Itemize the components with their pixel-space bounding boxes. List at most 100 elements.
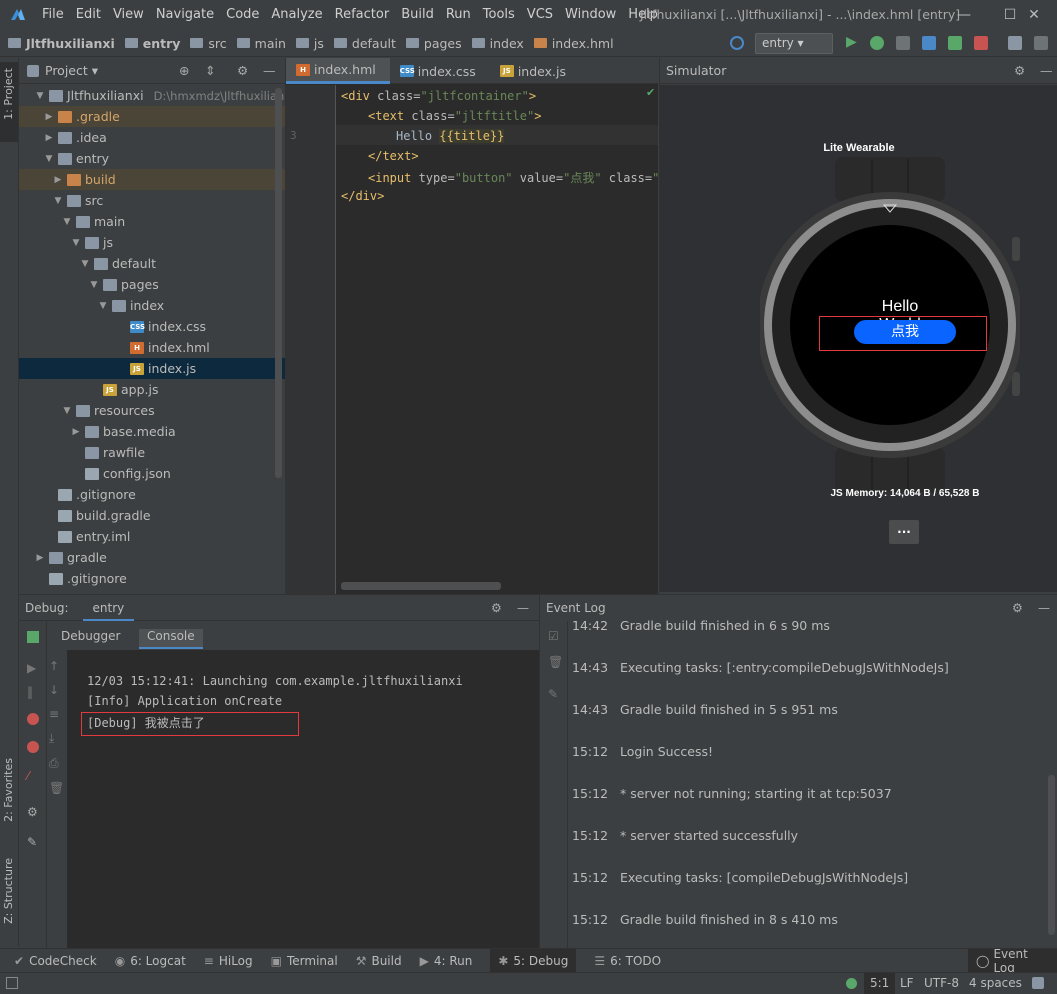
stop-icon[interactable]: [974, 36, 988, 50]
code-line-5[interactable]: <input type="button" value="点我" class="j: [368, 169, 667, 186]
breadcrumb-item[interactable]: Jltfhuxilianxi: [8, 36, 115, 51]
breadcrumb-item[interactable]: index.hml: [533, 36, 614, 51]
project-structure-icon[interactable]: [1008, 36, 1022, 50]
pause-icon[interactable]: ‖: [27, 685, 33, 699]
tree-item[interactable]: config.json: [19, 463, 285, 484]
scroll-to-end-icon[interactable]: ⤓: [49, 731, 63, 746]
hide-panel-icon[interactable]: —: [263, 63, 276, 78]
tool-window-logcat[interactable]: ◉ 6: Logcat: [115, 954, 186, 968]
tool-window-debug[interactable]: ✱ 5: Debug: [490, 948, 577, 973]
attach-debugger-icon[interactable]: [948, 36, 962, 50]
hide-panel-icon[interactable]: —: [1040, 63, 1053, 78]
stop-icon[interactable]: [27, 713, 39, 725]
hide-panel-icon[interactable]: —: [517, 601, 529, 615]
tree-item[interactable]: ▼ entry: [19, 148, 285, 169]
up-arrow-icon[interactable]: ↑: [49, 659, 63, 673]
breadcrumb-item[interactable]: src: [190, 36, 227, 51]
layout-toggle-icon[interactable]: [6, 977, 18, 989]
menu-file[interactable]: File: [36, 0, 70, 30]
chevron-down-icon[interactable]: ▼: [44, 154, 54, 164]
code-line-6[interactable]: </div>: [341, 189, 384, 203]
editor-tab[interactable]: JS index.js: [490, 58, 580, 84]
event-log-tool-button[interactable]: ◯ Event Log: [968, 947, 1057, 975]
project-tool-tab[interactable]: 1: Project: [2, 68, 15, 120]
close-button[interactable]: ✕: [1011, 0, 1057, 30]
coverage-icon[interactable]: [896, 36, 910, 50]
tool-window-terminal[interactable]: ▣ Terminal: [271, 954, 338, 968]
tree-item[interactable]: build.gradle: [19, 505, 285, 526]
event-log-scrollbar[interactable]: [1048, 775, 1055, 935]
chevron-down-icon[interactable]: ▼: [35, 91, 45, 101]
pin-icon[interactable]: ✎: [27, 835, 37, 849]
tree-item[interactable]: .gitignore: [19, 484, 285, 505]
tree-item[interactable]: JS index.js: [19, 358, 285, 379]
collapse-all-icon[interactable]: ⇕: [205, 63, 215, 78]
editor-tab[interactable]: CSS index.css: [390, 58, 490, 84]
gear-icon[interactable]: ⚙: [491, 601, 502, 615]
menu-code[interactable]: Code: [220, 0, 265, 30]
editor-tab[interactable]: Hindex.hml: [286, 58, 390, 84]
hide-panel-icon[interactable]: —: [1038, 601, 1050, 615]
tree-item[interactable]: .gitignore: [19, 568, 285, 589]
soft-wrap-icon[interactable]: ≡: [49, 707, 63, 721]
profile-icon[interactable]: [922, 36, 936, 50]
gear-icon[interactable]: ⚙: [1012, 601, 1023, 615]
tree-item[interactable]: Hindex.hml: [19, 337, 285, 358]
tree-item[interactable]: ▶ build: [19, 169, 285, 190]
chevron-right-icon[interactable]: ▶: [35, 553, 45, 563]
breadcrumb-item[interactable]: index: [471, 36, 524, 51]
tree-item[interactable]: ▼ resources: [19, 400, 285, 421]
menu-run[interactable]: Run: [440, 0, 477, 30]
tree-item[interactable]: ▶ .gradle: [19, 106, 285, 127]
breadcrumb-item[interactable]: default: [333, 36, 396, 51]
trash-icon[interactable]: 🗑: [49, 781, 64, 795]
breadcrumb-item[interactable]: pages: [405, 36, 462, 51]
rerun-icon[interactable]: [27, 631, 39, 643]
sync-icon[interactable]: [730, 36, 744, 50]
menu-refactor[interactable]: Refactor: [329, 0, 396, 30]
menu-vcs[interactable]: VCS: [521, 0, 559, 30]
favorites-tool-tab[interactable]: 2: Favorites: [2, 758, 15, 822]
chevron-right-icon[interactable]: ▶: [44, 133, 54, 143]
debug-session-tab[interactable]: entry: [82, 595, 135, 621]
tree-item[interactable]: ▶ gradle: [19, 547, 285, 568]
tree-item[interactable]: ▶ base.media: [19, 421, 285, 442]
tree-item[interactable]: CSS index.css: [19, 316, 285, 337]
chevron-down-icon[interactable]: ▼: [71, 238, 81, 248]
lock-icon[interactable]: [1032, 977, 1044, 989]
chevron-right-icon[interactable]: ▶: [71, 427, 81, 437]
tree-item[interactable]: ▼ pages: [19, 274, 285, 295]
menu-analyze[interactable]: Analyze: [265, 0, 328, 30]
chevron-down-icon[interactable]: ▼: [80, 259, 90, 269]
horizontal-scrollbar[interactable]: [341, 582, 501, 590]
tool-window-build[interactable]: ⚒ Build: [356, 954, 402, 968]
line-separator[interactable]: LF: [900, 973, 914, 994]
tree-item[interactable]: ▼ js: [19, 232, 285, 253]
sdk-manager-icon[interactable]: [1034, 36, 1048, 50]
debug-icon[interactable]: [870, 36, 884, 50]
tree-item[interactable]: ▼ src: [19, 190, 285, 211]
menu-build[interactable]: Build: [395, 0, 440, 30]
file-encoding[interactable]: UTF-8: [924, 973, 959, 994]
view-breakpoints-icon[interactable]: [27, 741, 39, 753]
tree-item[interactable]: ▼ index: [19, 295, 285, 316]
menu-window[interactable]: Window: [559, 0, 622, 30]
down-arrow-icon[interactable]: ↓: [49, 683, 63, 697]
menu-view[interactable]: View: [107, 0, 150, 30]
code-line-1[interactable]: <div class="jltfcontainer">: [341, 89, 536, 103]
settings-icon[interactable]: ⚙: [27, 805, 38, 819]
breadcrumb-item[interactable]: entry: [124, 36, 180, 51]
mute-breakpoints-icon[interactable]: ⁄: [27, 769, 29, 783]
tree-item[interactable]: ▶ .idea: [19, 127, 285, 148]
chevron-down-icon[interactable]: ▼: [62, 406, 72, 416]
tree-item[interactable]: ▼ Jltfhuxilianxi D:\hmxmdz\Jltfhuxilian: [19, 85, 285, 106]
print-icon[interactable]: ⎙: [49, 756, 63, 771]
gear-icon[interactable]: ⚙: [237, 63, 248, 78]
chevron-right-icon[interactable]: ▶: [53, 175, 63, 185]
console-tab[interactable]: Console: [139, 629, 203, 649]
locate-icon[interactable]: ⊕: [179, 63, 189, 78]
gear-icon[interactable]: ⚙: [1014, 63, 1025, 78]
code-line-3[interactable]: Hello {{title}}: [396, 129, 505, 143]
caret-position[interactable]: 5:1: [864, 973, 896, 994]
resume-icon[interactable]: ▶: [27, 661, 36, 675]
